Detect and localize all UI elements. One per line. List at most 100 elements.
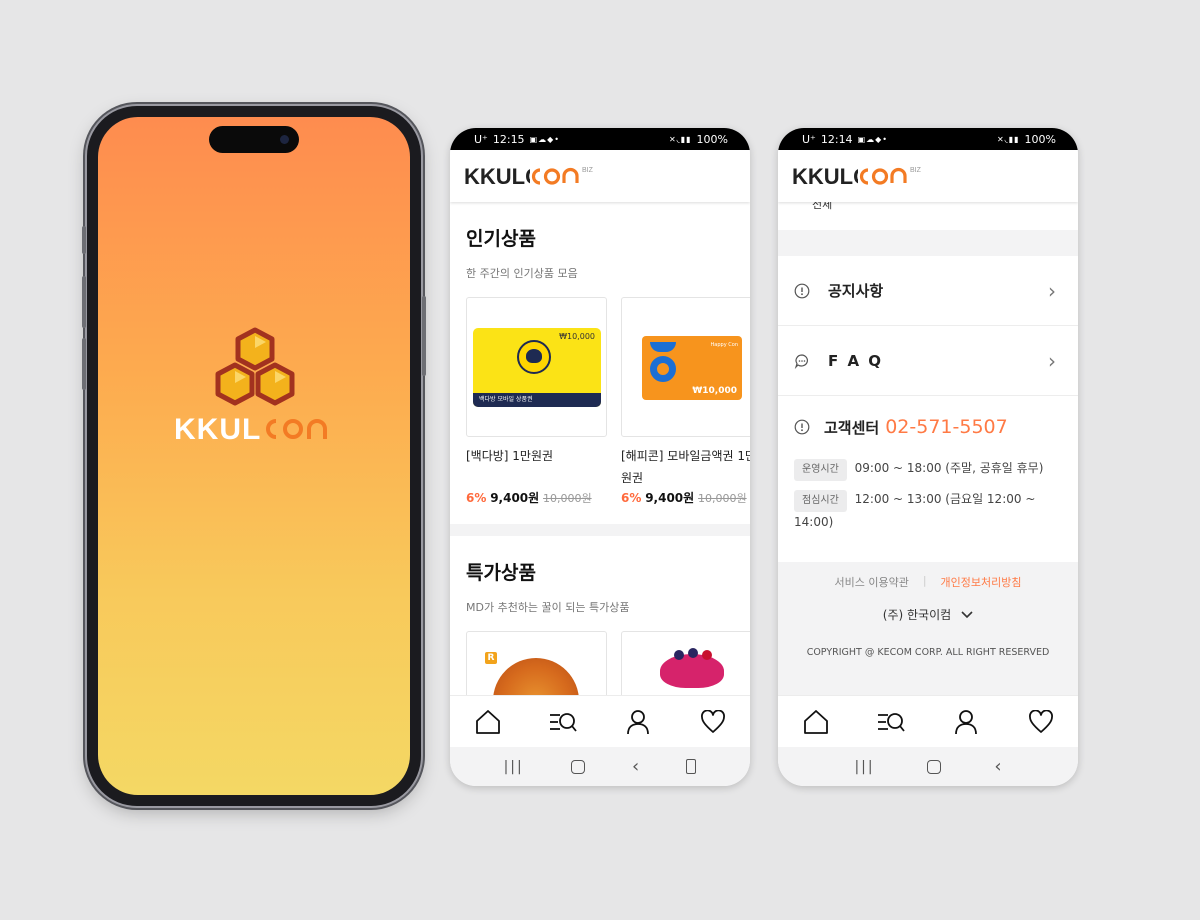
popular-product-list[interactable]: ₩10,000 백다방 모바일 상품권 [백다방] 1만원권 6% 9,400원… bbox=[466, 297, 750, 524]
hours-row: 점심시간 12:00 ~ 13:00 (금요일 12:00 ~ 14:00) bbox=[794, 489, 1062, 532]
sale-price: 9,400원 bbox=[490, 491, 540, 505]
product-thumbnail[interactable]: R bbox=[466, 631, 607, 695]
happycon-circle-icon bbox=[650, 356, 676, 382]
hours-row: 운영시간 09:00 ~ 18:00 (주말, 공휴일 휴무) bbox=[794, 458, 1062, 481]
user-icon bbox=[954, 709, 977, 734]
hours-tag: 점심시간 bbox=[794, 490, 847, 512]
discount-rate: 6% bbox=[621, 491, 642, 505]
battery-level: 100% bbox=[1024, 132, 1056, 146]
product-card[interactable] bbox=[621, 631, 750, 695]
nav-wishlist[interactable] bbox=[693, 705, 733, 739]
home-button-icon[interactable] bbox=[927, 759, 942, 774]
bowl-icon bbox=[650, 342, 676, 352]
battery-level: 100% bbox=[696, 132, 728, 146]
original-price: 10,000원 bbox=[698, 492, 747, 505]
dynamic-island bbox=[209, 126, 299, 153]
special-title: 특가상품 bbox=[466, 562, 536, 584]
signal-icons: ✕◟▮▮ bbox=[996, 134, 1020, 144]
product-card[interactable]: R bbox=[466, 631, 607, 695]
system-navigation: ||| ‹ bbox=[778, 747, 1078, 786]
app-header: KKULCON BIZ bbox=[450, 150, 750, 202]
popular-title: 인기상품 bbox=[466, 228, 536, 250]
logo-suffix: BIZ bbox=[582, 167, 594, 174]
splash-wordmark: KKUL bbox=[174, 413, 327, 446]
nav-my[interactable] bbox=[618, 705, 658, 739]
status-time: 12:15 bbox=[492, 132, 525, 146]
search-list-icon bbox=[877, 712, 905, 732]
carrier-label: U⁺ bbox=[802, 132, 816, 146]
home-button-icon[interactable] bbox=[570, 759, 585, 774]
back-icon[interactable]: ‹ bbox=[994, 756, 1001, 777]
carrier-label: U⁺ bbox=[474, 132, 488, 146]
privacy-link[interactable]: 개인정보처리방침 bbox=[941, 574, 1022, 590]
bottom-navigation bbox=[450, 695, 750, 747]
happycon-giftcard-image: Happy Con ₩10,000 bbox=[642, 336, 742, 400]
android-screen-products: U⁺ 12:15 ▣☁◆• ✕◟▮▮ 100% KKULCON BIZ 인기상품… bbox=[450, 128, 750, 786]
nav-home[interactable] bbox=[796, 705, 836, 739]
nav-home[interactable] bbox=[468, 705, 508, 739]
sale-price: 9,400원 bbox=[645, 491, 695, 505]
operating-hours: 운영시간 09:00 ~ 18:00 (주말, 공휴일 휴무) 점심시간 12:… bbox=[794, 458, 1062, 532]
menu-faq-label: F A Q bbox=[828, 351, 884, 370]
cs-phone-link[interactable]: 02-571-5507 bbox=[885, 416, 1008, 438]
recents-icon[interactable]: ||| bbox=[504, 759, 524, 775]
home-icon bbox=[475, 709, 500, 734]
honeycomb-logo-icon bbox=[215, 327, 295, 406]
hours-text: 09:00 ~ 18:00 (주말, 공휴일 휴무) bbox=[854, 461, 1044, 475]
pizza-image bbox=[493, 658, 579, 695]
card-brand: Happy Con bbox=[710, 342, 738, 348]
product-name[interactable]: [해피콘] 모바일금액권 1만원권 bbox=[621, 445, 750, 489]
logo-suffix: BIZ bbox=[910, 167, 922, 174]
nav-my[interactable] bbox=[946, 705, 986, 739]
product-name[interactable]: [백다방] 1만원권 bbox=[466, 445, 607, 489]
card-amount: ₩10,000 bbox=[559, 332, 595, 341]
recents-icon[interactable]: ||| bbox=[854, 759, 874, 775]
status-bar: U⁺ 12:15 ▣☁◆• ✕◟▮▮ 100% bbox=[450, 128, 750, 150]
mascot-face-icon bbox=[517, 340, 551, 374]
product-thumbnail[interactable]: ₩10,000 백다방 모바일 상품권 bbox=[466, 297, 607, 437]
nav-search[interactable] bbox=[871, 705, 911, 739]
brand-badge: R bbox=[485, 652, 497, 664]
product-price: 6% 9,400원 10,000원 bbox=[466, 489, 607, 524]
discount-rate: 6% bbox=[466, 491, 487, 505]
back-icon[interactable]: ‹ bbox=[632, 756, 639, 777]
hours-tag: 운영시간 bbox=[794, 459, 847, 481]
chevron-right-icon: › bbox=[1048, 348, 1056, 373]
nav-wishlist[interactable] bbox=[1021, 705, 1061, 739]
heart-icon bbox=[1028, 709, 1053, 733]
product-thumbnail[interactable]: Happy Con ₩10,000 bbox=[621, 297, 750, 437]
info-icon bbox=[794, 419, 810, 435]
company-toggle[interactable]: (주) 한국이컴 bbox=[778, 606, 1078, 623]
customer-center: 고객센터 02-571-5507 운영시간 09:00 ~ 18:00 (주말,… bbox=[778, 396, 1078, 562]
terms-link[interactable]: 서비스 이용약관 bbox=[834, 574, 908, 590]
copyright: COPYRIGHT @ KECOM CORP. ALL RIGHT RESERV… bbox=[806, 647, 1050, 658]
keyboard-toggle-icon[interactable] bbox=[686, 759, 697, 774]
company-name: (주) 한국이컴 bbox=[882, 608, 952, 622]
home-content[interactable]: 인기상품 한 주간의 인기상품 모음 ₩10,000 백다방 모바일 상품권 [… bbox=[450, 202, 750, 695]
product-thumbnail[interactable] bbox=[621, 631, 750, 695]
menu-notice[interactable]: 공지사항 › bbox=[778, 256, 1078, 326]
paiks-giftcard-image: ₩10,000 백다방 모바일 상품권 bbox=[473, 328, 601, 407]
menu-faq[interactable]: F A Q › bbox=[778, 326, 1078, 396]
menu-content[interactable]: 전체 공지사항 › F A Q › 고객센터 02-571-5507 운영시간 … bbox=[778, 202, 1078, 695]
iphone-splash-mockup: KKUL bbox=[82, 106, 426, 806]
nav-search[interactable] bbox=[543, 705, 583, 739]
popular-subtitle: 한 주간의 인기상품 모음 bbox=[466, 267, 578, 280]
product-price: 6% 9,400원 10,000원 bbox=[621, 489, 750, 524]
home-icon bbox=[803, 709, 828, 734]
info-icon bbox=[794, 283, 810, 298]
product-card[interactable]: Happy Con ₩10,000 [해피콘] 모바일금액권 1만원권 6% 9… bbox=[621, 297, 750, 524]
kkulcon-biz-logo[interactable]: KKULCON BIZ bbox=[792, 161, 942, 191]
product-card[interactable]: ₩10,000 백다방 모바일 상품권 [백다방] 1만원권 6% 9,400원… bbox=[466, 297, 607, 524]
signal-icons: ✕◟▮▮ bbox=[668, 134, 692, 144]
bottom-navigation bbox=[778, 695, 1078, 747]
card-caption: 백다방 모바일 상품권 bbox=[473, 393, 601, 407]
heart-icon bbox=[700, 709, 725, 733]
kkulcon-biz-logo[interactable]: KKULCON BIZ bbox=[464, 161, 614, 191]
system-navigation: ||| ‹ bbox=[450, 747, 750, 786]
special-section: 특가상품 MD가 추천하는 꿀이 되는 특가상품 R bbox=[450, 536, 750, 695]
partial-text: 전체 bbox=[812, 202, 833, 211]
special-product-list[interactable]: R bbox=[466, 631, 750, 695]
chevron-down-icon bbox=[961, 610, 973, 618]
search-list-icon bbox=[549, 712, 577, 732]
